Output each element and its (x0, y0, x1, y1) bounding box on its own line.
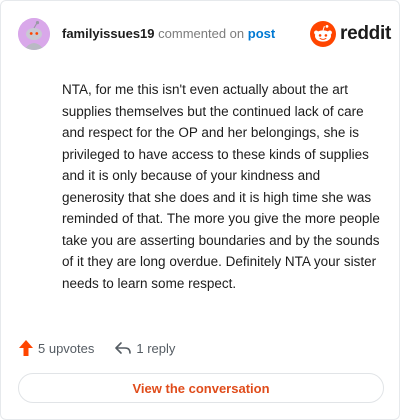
avatar[interactable] (18, 18, 50, 50)
upvote-count: 5 upvotes (38, 340, 95, 356)
upvote-arrow-icon (19, 340, 33, 356)
reddit-wordmark: reddit (340, 23, 391, 44)
upvote-button[interactable]: 5 upvotes (18, 339, 94, 357)
reddit-logo-icon (310, 21, 336, 47)
post-link[interactable]: post (248, 26, 275, 41)
comment-card: familyissues19 commented on post reddit … (0, 0, 400, 420)
username[interactable]: familyissues19 (62, 26, 155, 41)
comment-footer: 5 upvotes 1 reply (18, 337, 175, 359)
view-conversation-button[interactable]: View the conversation (18, 373, 384, 403)
reply-count: 1 reply (136, 340, 176, 356)
comment-header: familyissues19 commented on post (62, 26, 275, 42)
snoo-avatar-icon (18, 18, 50, 50)
comment-body: NTA, for me this isn't even actually abo… (62, 82, 380, 291)
commented-on-text: commented on (158, 26, 245, 41)
reply-button[interactable]: 1 reply (114, 340, 175, 356)
reddit-brand[interactable]: reddit (310, 21, 391, 47)
reply-arrow-icon (115, 342, 132, 354)
